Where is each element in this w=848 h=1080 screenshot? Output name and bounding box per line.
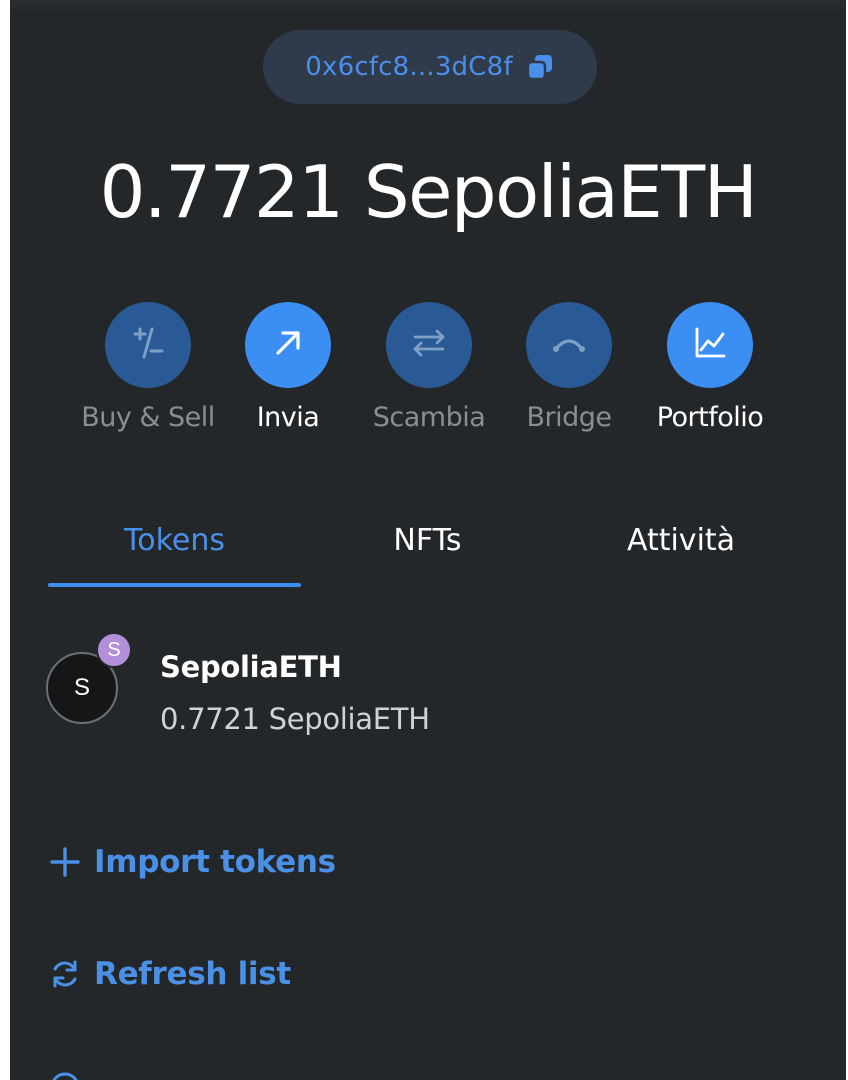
arrow-up-right-icon	[266, 321, 310, 370]
bridge-circle	[526, 302, 612, 388]
buy-sell-button[interactable]: Buy & Sell	[73, 302, 223, 433]
asset-tabs: Tokens NFTs Attività	[48, 505, 808, 587]
refresh-list-link[interactable]: Refresh list	[48, 956, 291, 992]
swap-label: Scambia	[372, 402, 486, 433]
import-tokens-link[interactable]: Import tokens	[48, 844, 336, 880]
account-address: 0x6cfc8...3dC8f	[305, 52, 513, 82]
send-button[interactable]: Invia	[213, 302, 363, 433]
plus-minus-icon	[126, 321, 170, 370]
buy-sell-circle	[105, 302, 191, 388]
send-circle	[245, 302, 331, 388]
swap-circle	[386, 302, 472, 388]
network-badge: S	[96, 632, 132, 668]
tab-tokens-label: Tokens	[124, 523, 225, 558]
active-tab-indicator	[48, 583, 301, 587]
account-address-button[interactable]: 0x6cfc8...3dC8f	[263, 30, 597, 104]
chart-icon	[688, 321, 732, 370]
plus-icon	[48, 845, 82, 879]
token-avatar-letter: S	[73, 674, 90, 701]
tab-activity-label: Attività	[626, 523, 736, 558]
bridge-label: Bridge	[526, 402, 612, 433]
refresh-list-label: Refresh list	[94, 956, 291, 992]
balance-amount: 0.7721 SepoliaETH	[99, 150, 758, 234]
tab-tokens[interactable]: Tokens	[48, 505, 301, 587]
copy-icon	[525, 52, 555, 82]
support-link-partial[interactable]	[48, 1070, 82, 1080]
swap-arrows-icon	[407, 321, 451, 370]
refresh-icon	[48, 957, 82, 991]
support-icon	[48, 1070, 82, 1080]
action-bar: Buy & Sell Invia Scambia Bridge Portfoli…	[10, 302, 846, 452]
token-list-item[interactable]: S S SepoliaETH 0.7721 SepoliaETH	[46, 632, 826, 742]
network-badge-letter: S	[107, 638, 121, 661]
tab-nfts[interactable]: NFTs	[301, 505, 554, 587]
import-tokens-label: Import tokens	[94, 844, 336, 880]
token-name: SepoliaETH	[160, 650, 342, 684]
tab-nfts-label: NFTs	[393, 523, 462, 558]
bridge-icon	[547, 321, 591, 370]
buy-sell-label: Buy & Sell	[81, 402, 215, 433]
swap-button[interactable]: Scambia	[354, 302, 504, 433]
wallet-panel: 0x6cfc8...3dC8f 0.7721 SepoliaETH Buy & …	[10, 0, 846, 1080]
tab-activity[interactable]: Attività	[554, 505, 808, 587]
portfolio-circle	[667, 302, 753, 388]
bridge-button[interactable]: Bridge	[494, 302, 644, 433]
portfolio-label: Portfolio	[656, 402, 764, 433]
top-shade	[10, 0, 846, 14]
portfolio-button[interactable]: Portfolio	[635, 302, 785, 433]
send-label: Invia	[256, 402, 320, 433]
token-amount: 0.7721 SepoliaETH	[160, 702, 430, 736]
